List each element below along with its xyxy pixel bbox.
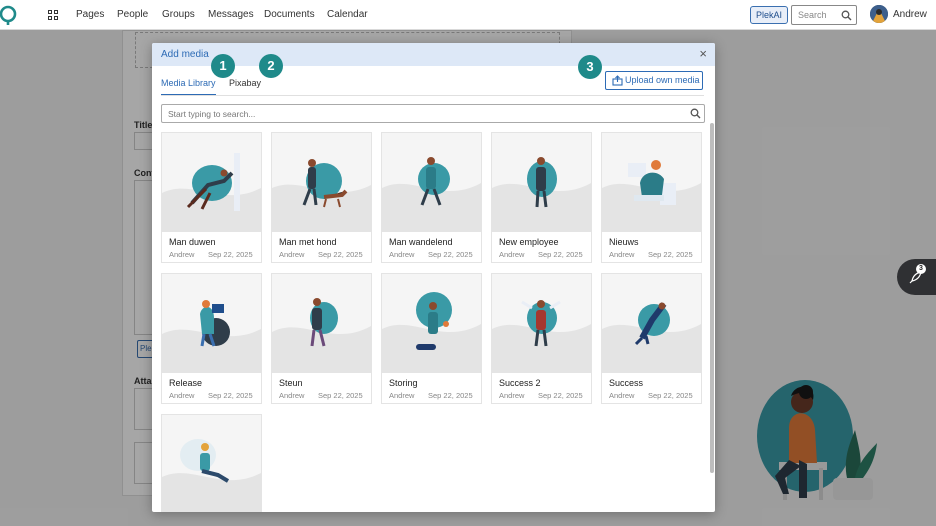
user-name[interactable]: Andrew [893,9,927,20]
media-card-date: Sep 22, 2025 [428,391,473,400]
upload-own-media-label: Upload own media [625,75,700,85]
media-card-storing[interactable]: Storing Andrew Sep 22, 2025 [381,273,482,404]
man-walking-illustration [382,133,481,232]
media-card-woman-sitting[interactable] [161,414,262,512]
media-card-date: Sep 22, 2025 [318,391,363,400]
news-illustration [602,133,701,232]
media-card-new-employee[interactable]: New employee Andrew Sep 22, 2025 [491,132,592,263]
media-card-man-met-hond[interactable]: Man met hond Andrew Sep 22, 2025 [271,132,372,263]
man-with-dog-illustration [272,133,371,232]
media-card-date: Sep 22, 2025 [538,250,583,259]
media-card-date: Sep 22, 2025 [208,250,253,259]
step-marker-2: 2 [259,54,283,78]
media-card-date: Sep 22, 2025 [208,391,253,400]
media-card-date: Sep 22, 2025 [648,250,693,259]
media-card-date: Sep 22, 2025 [428,250,473,259]
global-search-placeholder: Search [798,10,827,20]
media-card-title: Release [169,378,203,388]
support-illustration [272,274,371,373]
nav-documents[interactable]: Documents [264,9,315,20]
media-card-title: Storing [389,378,418,388]
top-navigation-bar: Pages People Groups Messages Documents C… [0,0,936,30]
app-logo-icon[interactable] [0,5,20,25]
media-card-title: Nieuws [609,237,639,247]
media-grid: Man duwen Andrew Sep 22, 2025 Man met ho… [161,132,704,512]
tab-pixabay[interactable]: Pixabay [229,78,261,94]
upload-icon [612,75,623,86]
media-card-author: Andrew [389,250,415,259]
media-card-author: Andrew [499,391,525,400]
media-card-author: Andrew [499,250,525,259]
media-card-author: Andrew [279,250,305,259]
release-illustration [162,274,261,373]
tab-media-library[interactable]: Media Library [161,78,216,96]
woman-sitting-thumbnail-illustration [162,415,261,512]
media-card-title: Man wandelend [389,237,453,247]
nav-calendar[interactable]: Calendar [327,9,368,20]
modal-header: Add media × [152,43,715,66]
step-marker-1: 1 [211,54,235,78]
search-icon [690,108,701,119]
media-card-date: Sep 22, 2025 [318,250,363,259]
media-card-author: Andrew [169,391,195,400]
success-illustration [602,274,701,373]
global-search-input[interactable]: Search [791,5,857,25]
new-employee-illustration [492,133,591,232]
outage-illustration [382,274,481,373]
media-card-author: Andrew [609,250,635,259]
media-card-title: Man met hond [279,237,337,247]
close-icon[interactable]: × [699,47,707,61]
plekai-button[interactable]: PlekAI [750,6,789,24]
media-card-man-duwen[interactable]: Man duwen Andrew Sep 22, 2025 [161,132,262,263]
step-marker-3: 3 [578,55,602,79]
launcher-badge: 3 [916,264,926,274]
modal-title: Add media [161,49,209,60]
media-card-author: Andrew [389,391,415,400]
nav-people[interactable]: People [117,9,148,20]
man-pushing-illustration [162,133,261,232]
add-media-modal: Add media × Media Library Pixabay Upload… [152,43,715,512]
media-card-author: Andrew [169,250,195,259]
media-card-date: Sep 22, 2025 [538,391,583,400]
success-2-illustration [492,274,591,373]
nav-groups[interactable]: Groups [162,9,195,20]
media-card-title: Success [609,378,644,388]
media-card-success-2[interactable]: Success 2 Andrew Sep 22, 2025 [491,273,592,404]
apps-grid-icon[interactable] [48,10,58,20]
tab-divider [161,95,704,96]
media-card-release[interactable]: Release Andrew Sep 22, 2025 [161,273,262,404]
avatar[interactable] [870,5,888,23]
media-card-nieuws[interactable]: Nieuws Andrew Sep 22, 2025 [601,132,702,263]
media-card-man-wandelend[interactable]: Man wandelend Andrew Sep 22, 2025 [381,132,482,263]
upload-own-media-button[interactable]: Upload own media [605,71,703,90]
media-card-success[interactable]: Success Andrew Sep 22, 2025 [601,273,702,404]
modal-scrollbar[interactable] [710,123,714,473]
media-card-author: Andrew [609,391,635,400]
media-card-title: Success 2 [499,378,541,388]
search-icon [841,10,852,21]
media-search-input[interactable] [161,104,705,123]
media-card-steun[interactable]: Steun Andrew Sep 22, 2025 [271,273,372,404]
media-card-title: Steun [279,378,303,388]
media-card-title: Man duwen [169,237,216,247]
media-card-title: New employee [499,237,559,247]
media-card-date: Sep 22, 2025 [648,391,693,400]
launcher-button[interactable]: 3 [897,259,936,295]
media-card-author: Andrew [279,391,305,400]
nav-pages[interactable]: Pages [76,9,104,20]
nav-messages[interactable]: Messages [208,9,254,20]
